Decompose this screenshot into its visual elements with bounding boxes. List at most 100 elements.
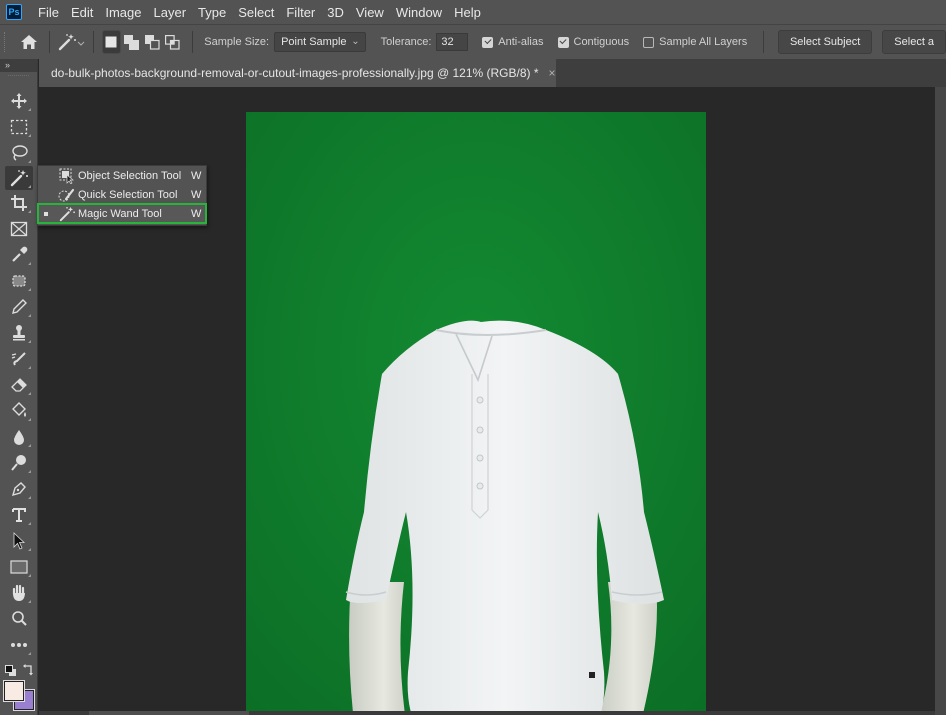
tolerance-input[interactable]: 32 — [436, 33, 469, 51]
selection-tools-flyout: Object Selection Tool W Quick Selection … — [37, 165, 207, 226]
menu-view[interactable]: View — [350, 0, 390, 24]
magic-wand-icon — [59, 34, 85, 51]
pen-icon — [11, 482, 26, 497]
vertical-scrollbar[interactable] — [935, 87, 946, 715]
divider — [191, 31, 193, 53]
horizontal-scrollbar[interactable] — [39, 711, 935, 715]
options-bar-grip[interactable] — [4, 32, 6, 52]
paint-bucket-tool[interactable] — [5, 399, 33, 423]
object-selection-icon — [57, 167, 77, 185]
flyout-item-label: Object Selection Tool — [78, 169, 182, 182]
sample-all-layers-checkbox[interactable]: Sample All Layers — [643, 36, 747, 48]
menu-edit[interactable]: Edit — [65, 0, 99, 24]
checkbox-checked-icon — [557, 36, 569, 48]
spot-healing-tool[interactable] — [5, 269, 33, 293]
toolbar-grip[interactable] — [8, 75, 29, 85]
menu-file[interactable]: File — [32, 0, 65, 24]
menu-window[interactable]: Window — [390, 0, 448, 24]
selected-bullet-icon — [44, 211, 48, 216]
edit-toolbar-button[interactable] — [5, 633, 33, 657]
sample-size-value: Point Sample — [281, 36, 347, 48]
eraser-icon — [11, 378, 27, 392]
options-bar: Sample Size: Point Sample ⌄ Tolerance: 3… — [0, 24, 946, 59]
move-tool[interactable] — [5, 89, 33, 113]
flyout-item-object-selection[interactable]: Object Selection Tool W — [38, 166, 206, 185]
flyout-item-shortcut: W — [191, 169, 202, 182]
menu-layer[interactable]: Layer — [148, 0, 193, 24]
rectangular-marquee-tool[interactable] — [5, 115, 33, 139]
type-tool[interactable] — [5, 503, 33, 527]
intersect-selection-button[interactable] — [163, 30, 181, 54]
menu-3d[interactable]: 3D — [321, 0, 350, 24]
brush-tool[interactable] — [5, 295, 33, 319]
paint-bucket-icon — [12, 402, 26, 417]
document-image[interactable] — [246, 112, 706, 711]
menu-filter[interactable]: Filter — [280, 0, 321, 24]
flyout-item-magic-wand[interactable]: Magic Wand Tool W — [37, 203, 207, 224]
menu-type[interactable]: Type — [192, 0, 232, 24]
tolerance-label: Tolerance: — [380, 36, 432, 48]
expand-toolbar-button[interactable]: » — [0, 59, 37, 72]
divider — [48, 31, 50, 53]
menu-image[interactable]: Image — [99, 0, 147, 24]
photoshop-logo-icon: Ps — [6, 4, 22, 20]
home-icon — [21, 35, 38, 49]
flyout-item-label: Magic Wand Tool — [78, 207, 162, 220]
checkbox-unchecked-icon — [643, 36, 655, 48]
anti-alias-label: Anti-alias — [498, 36, 544, 48]
sample-size-select[interactable]: Point Sample ⌄ — [274, 32, 366, 52]
menu-help[interactable]: Help — [448, 0, 487, 24]
arrow-icon — [13, 532, 26, 550]
frame-icon — [10, 221, 28, 237]
tools-panel: » — [0, 59, 38, 715]
sample-all-layers-label: Sample All Layers — [659, 36, 748, 48]
document-title: do-bulk-photos-background-removal-or-cut… — [51, 66, 539, 80]
stamp-icon — [13, 325, 25, 341]
chevron-down-icon: ⌄ — [351, 36, 360, 47]
home-button[interactable] — [18, 29, 41, 55]
clone-stamp-tool[interactable] — [5, 321, 33, 345]
sample-size-label: Sample Size: — [204, 36, 270, 48]
lasso-tool[interactable] — [5, 141, 33, 165]
foreground-color-swatch[interactable] — [3, 680, 25, 702]
pen-tool[interactable] — [5, 477, 33, 501]
magic-wand-icon — [10, 170, 28, 187]
checkbox-checked-icon — [482, 36, 494, 48]
crop-tool[interactable] — [5, 191, 33, 215]
eyedropper-icon — [12, 246, 28, 262]
eraser-tool[interactable] — [5, 373, 33, 397]
history-brush-tool[interactable] — [5, 347, 33, 371]
divider — [93, 31, 95, 53]
rectangle-tool[interactable] — [5, 555, 33, 579]
add-to-selection-button[interactable] — [123, 30, 141, 54]
anti-alias-checkbox[interactable]: Anti-alias — [482, 36, 544, 48]
hand-tool[interactable] — [5, 581, 33, 605]
flyout-item-shortcut: W — [191, 188, 202, 201]
magic-wand-icon — [57, 205, 77, 223]
eyedropper-tool[interactable] — [5, 243, 33, 267]
shirt-logo-tag — [589, 672, 595, 678]
document-tab[interactable]: do-bulk-photos-background-removal-or-cut… — [39, 59, 556, 87]
add-to-selection-icon — [124, 34, 140, 50]
zoom-tool[interactable] — [5, 607, 33, 631]
blur-drop-icon — [14, 430, 24, 445]
magic-wand-tool[interactable] — [5, 166, 33, 190]
tool-preset-picker[interactable] — [57, 29, 85, 55]
dodge-tool[interactable] — [5, 451, 33, 475]
flyout-item-quick-selection[interactable]: Quick Selection Tool W — [38, 185, 206, 204]
new-selection-button[interactable] — [102, 30, 121, 54]
close-icon[interactable]: × — [549, 66, 556, 80]
swap-colors-button[interactable] — [22, 663, 34, 676]
menu-select[interactable]: Select — [232, 0, 280, 24]
frame-tool[interactable] — [5, 217, 33, 241]
subtract-from-selection-button[interactable] — [143, 30, 161, 54]
dodge-icon — [11, 455, 26, 471]
horizontal-scroll-thumb[interactable] — [89, 711, 249, 715]
select-and-mask-button[interactable]: Select a — [882, 30, 946, 54]
path-selection-tool[interactable] — [5, 529, 33, 553]
select-subject-button[interactable]: Select Subject — [777, 30, 873, 54]
blur-tool[interactable] — [5, 425, 33, 449]
subtract-from-selection-icon — [144, 34, 160, 50]
contiguous-checkbox[interactable]: Contiguous — [557, 36, 629, 48]
default-colors-button[interactable] — [5, 664, 17, 676]
